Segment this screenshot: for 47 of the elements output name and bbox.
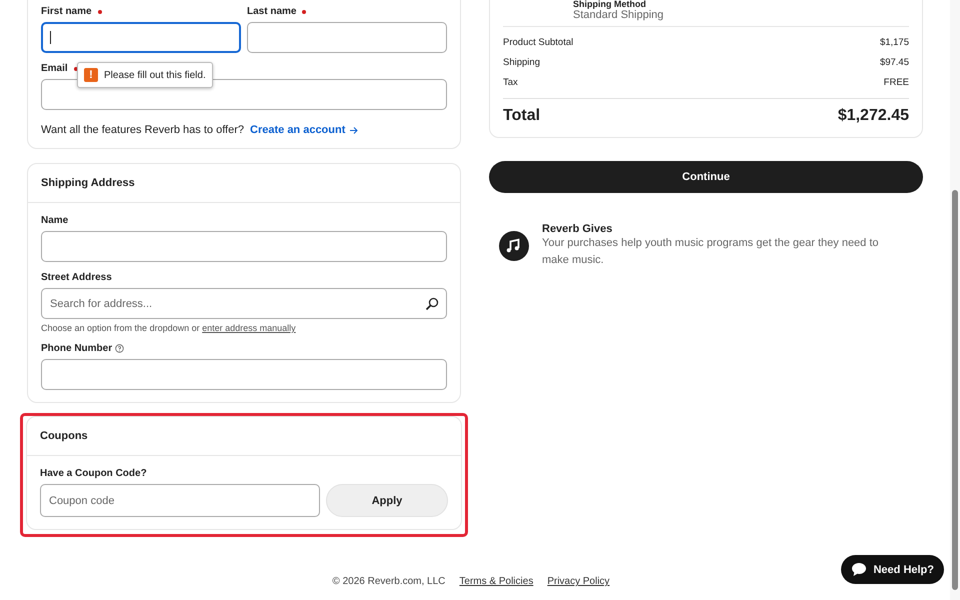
scrollbar[interactable] — [950, 0, 960, 600]
shipping-method-label: Shipping Method — [573, 0, 647, 9]
coupon-code-field[interactable]: Coupon code — [40, 484, 320, 517]
gives-title: Reverb Gives — [542, 223, 614, 235]
summary-label: Product Subtotal — [503, 36, 574, 48]
text-field[interactable] — [247, 22, 447, 53]
enter-address-manually-link[interactable]: enter address manually — [202, 323, 296, 333]
address-hint: Choose an option from the dropdown or — [41, 323, 200, 333]
summary-value: FREE — [884, 76, 909, 88]
create-account-link[interactable]: Create an account — [250, 124, 358, 136]
field-label: Email — [41, 63, 68, 74]
copyright-text: © 2026 Reverb.com, LLC — [332, 576, 446, 587]
text-field[interactable] — [41, 22, 241, 53]
account-prompt: Want all the features Reverb has to offer? — [41, 124, 244, 136]
help-icon[interactable] — [115, 344, 124, 353]
continue-button[interactable]: Continue — [489, 161, 923, 193]
field-label: Street Address — [41, 272, 113, 283]
name-field[interactable] — [41, 231, 447, 262]
shipping-method: Standard Shipping — [573, 9, 665, 21]
summary-label: Tax — [503, 76, 518, 88]
field-label: First name — [41, 6, 92, 17]
card-title: Shipping Address — [28, 164, 460, 203]
total-label: Total — [503, 107, 540, 125]
summary-label: Shipping — [503, 56, 540, 68]
email-field[interactable] — [41, 79, 447, 110]
summary-value: $97.45 — [880, 56, 909, 68]
need-help-button[interactable]: Need Help? — [841, 555, 944, 584]
field-label: Phone Number — [41, 343, 112, 354]
text-cursor — [50, 31, 51, 44]
field-label: Name — [41, 215, 70, 226]
arrow-right-icon — [349, 126, 358, 134]
footer-link[interactable]: Terms & Policies — [459, 576, 534, 587]
apply-button[interactable]: Apply — [326, 484, 448, 517]
summary-value: $1,175 — [880, 36, 909, 48]
field-label: Have a Coupon Code? — [40, 468, 148, 479]
tooltip-text: Please fill out this field. — [104, 70, 206, 80]
chat-bubble-icon — [851, 562, 868, 577]
card-title: Coupons — [27, 417, 461, 456]
phone-field[interactable] — [41, 359, 447, 390]
footer-link[interactable]: Privacy Policy — [547, 576, 610, 587]
warning-icon: ! — [84, 68, 98, 82]
total-value: $1,272.45 — [838, 107, 909, 125]
music-note-icon — [499, 231, 529, 261]
gives-description: Your purchases help youth music programs get the gear they need to make music. — [542, 236, 880, 268]
search-icon — [425, 297, 439, 311]
field-label: Last name — [247, 6, 296, 17]
address-search-field[interactable]: Search for address... — [41, 288, 447, 319]
